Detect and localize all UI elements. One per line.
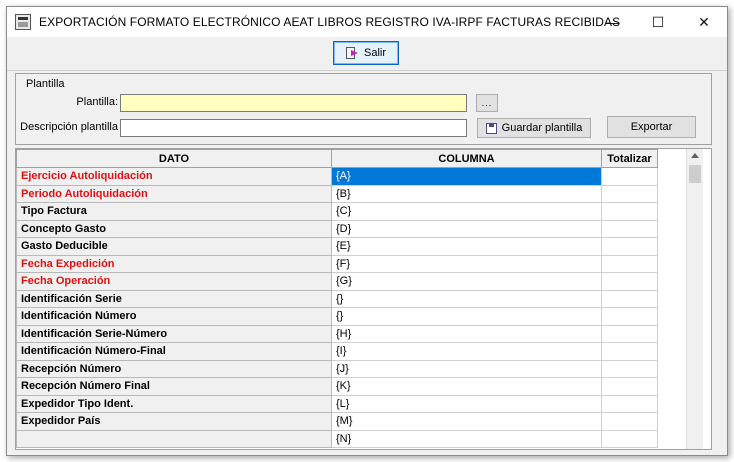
totalizar-cell[interactable] — [601, 342, 658, 361]
totalizar-cell[interactable] — [601, 167, 658, 186]
template-group-label: Plantilla — [26, 78, 65, 90]
totalizar-cell[interactable] — [601, 219, 658, 238]
table-row[interactable]: Expedidor País {M} — [16, 412, 658, 431]
dato-cell: Identificación Número-Final — [16, 342, 332, 361]
columna-cell[interactable]: {C} — [331, 202, 602, 221]
grid-header-row: DATO COLUMNA Totalizar — [16, 149, 658, 168]
table-row[interactable]: Identificación Número{} — [16, 307, 658, 326]
columna-cell[interactable]: {F} — [331, 254, 602, 273]
columna-cell[interactable]: {} — [331, 307, 602, 326]
dato-cell — [16, 429, 332, 448]
columna-cell[interactable]: {B} — [331, 184, 602, 203]
template-panel: Plantilla Plantilla: ... Descripción pla… — [15, 73, 712, 145]
totalizar-cell[interactable] — [601, 254, 658, 273]
columna-cell[interactable]: {J} — [331, 359, 602, 378]
dato-cell: Expedidor País — [16, 412, 332, 431]
columna-cell[interactable]: {K} — [331, 377, 602, 396]
mapping-table: DATO COLUMNA Totalizar Ejercicio Autoliq… — [16, 149, 658, 448]
totalizar-cell[interactable] — [601, 359, 658, 378]
description-label: Descripción plantilla — [20, 121, 118, 133]
table-row[interactable]: Expedidor Tipo Ident. {L} — [16, 394, 658, 413]
columna-cell[interactable]: {L} — [331, 394, 602, 413]
table-row[interactable]: Tipo Factura {C} — [16, 202, 658, 221]
dato-cell: Periodo Autoliquidación — [16, 184, 332, 203]
totalizar-cell[interactable] — [601, 412, 658, 431]
exit-button[interactable]: Salir — [333, 41, 399, 65]
table-row[interactable]: Identificación Serie-Número {H} — [16, 324, 658, 343]
columna-cell[interactable]: {} — [331, 289, 602, 308]
totalizar-cell[interactable] — [601, 429, 658, 448]
save-icon — [485, 122, 497, 134]
scroll-up-icon[interactable] — [691, 153, 699, 158]
table-row[interactable]: Fecha Operación {G} — [16, 272, 658, 291]
totalizar-cell[interactable] — [601, 324, 658, 343]
totalizar-cell[interactable] — [601, 307, 658, 326]
export-button-label: Exportar — [630, 121, 673, 133]
table-row[interactable]: Concepto Gasto {D} — [16, 219, 658, 238]
columna-cell[interactable]: {A} — [331, 167, 602, 186]
dato-cell: Tipo Factura — [16, 202, 332, 221]
save-template-button[interactable]: Guardar plantilla — [477, 118, 591, 138]
totalizar-cell[interactable] — [601, 237, 658, 256]
title-bar[interactable]: EXPORTACIÓN FORMATO ELECTRÓNICO AEAT LIB… — [7, 7, 727, 37]
window-title: EXPORTACIÓN FORMATO ELECTRÓNICO AEAT LIB… — [39, 15, 621, 29]
columna-cell[interactable]: {E} — [331, 237, 602, 256]
dato-cell: Identificación Serie — [16, 289, 332, 308]
template-input[interactable] — [120, 94, 467, 112]
header-columna[interactable]: COLUMNA — [331, 149, 602, 168]
table-row[interactable]: Periodo Autoliquidación {B} — [16, 184, 658, 203]
dato-cell: Identificación Serie-Número — [16, 324, 332, 343]
totalizar-cell[interactable] — [601, 377, 658, 396]
export-button[interactable]: Exportar — [607, 116, 696, 138]
table-row[interactable]: Identificación Número-Final {I} — [16, 342, 658, 361]
exit-door-icon — [345, 47, 360, 59]
app-icon — [15, 14, 31, 30]
dato-cell: Identificación Número — [16, 307, 332, 326]
maximize-icon[interactable]: ☐ — [635, 7, 681, 37]
grid-body: Ejercicio Autoliquidación {A} Periodo Auto… — [16, 167, 658, 448]
table-row[interactable]: Fecha Expedición {F} — [16, 254, 658, 273]
table-row[interactable]: Recepción Número Final {K} — [16, 377, 658, 396]
table-row[interactable]: Identificación Serie{} — [16, 289, 658, 308]
minimize-icon[interactable]: — — [589, 7, 635, 37]
table-row[interactable]: Gasto Deducible {E} — [16, 237, 658, 256]
vertical-scrollbar[interactable] — [686, 149, 703, 449]
template-label: Plantilla: — [76, 96, 118, 108]
exit-button-label: Salir — [363, 47, 386, 59]
dato-cell: Concepto Gasto — [16, 219, 332, 238]
save-template-label: Guardar plantilla — [501, 122, 583, 134]
totalizar-cell[interactable] — [601, 184, 658, 203]
dato-cell: Fecha Operación — [16, 272, 332, 291]
description-input[interactable] — [120, 119, 467, 137]
columna-cell[interactable]: {D} — [331, 219, 602, 238]
toolbar: Salir — [7, 37, 727, 71]
dato-cell: Recepción Número — [16, 359, 332, 378]
mapping-grid[interactable]: DATO COLUMNA Totalizar Ejercicio Autoliq… — [15, 148, 712, 450]
columna-cell[interactable]: {G} — [331, 272, 602, 291]
table-row[interactable]: Ejercicio Autoliquidación {A} — [16, 167, 658, 186]
dato-cell: Ejercicio Autoliquidación — [16, 167, 332, 186]
close-icon[interactable]: ✕ — [681, 7, 727, 37]
table-row[interactable]: Recepción Número {J} — [16, 359, 658, 378]
header-totalizar[interactable]: Totalizar — [601, 149, 658, 168]
dato-cell: Gasto Deducible — [16, 237, 332, 256]
table-row[interactable]: {N} — [16, 429, 658, 448]
totalizar-cell[interactable] — [601, 272, 658, 291]
totalizar-cell[interactable] — [601, 289, 658, 308]
window-controls: — ☐ ✕ — [589, 7, 727, 37]
header-dato[interactable]: DATO — [16, 149, 332, 168]
dato-cell: Expedidor Tipo Ident. — [16, 394, 332, 413]
scroll-thumb[interactable] — [689, 165, 701, 183]
columna-cell[interactable]: {I} — [331, 342, 602, 361]
dato-cell: Recepción Número Final — [16, 377, 332, 396]
browse-template-button[interactable]: ... — [476, 94, 498, 112]
totalizar-cell[interactable] — [601, 202, 658, 221]
dato-cell: Fecha Expedición — [16, 254, 332, 273]
columna-cell[interactable]: {N} — [331, 429, 602, 448]
export-window: EXPORTACIÓN FORMATO ELECTRÓNICO AEAT LIB… — [6, 6, 728, 456]
totalizar-cell[interactable] — [601, 394, 658, 413]
columna-cell[interactable]: {M} — [331, 412, 602, 431]
columna-cell[interactable]: {H} — [331, 324, 602, 343]
